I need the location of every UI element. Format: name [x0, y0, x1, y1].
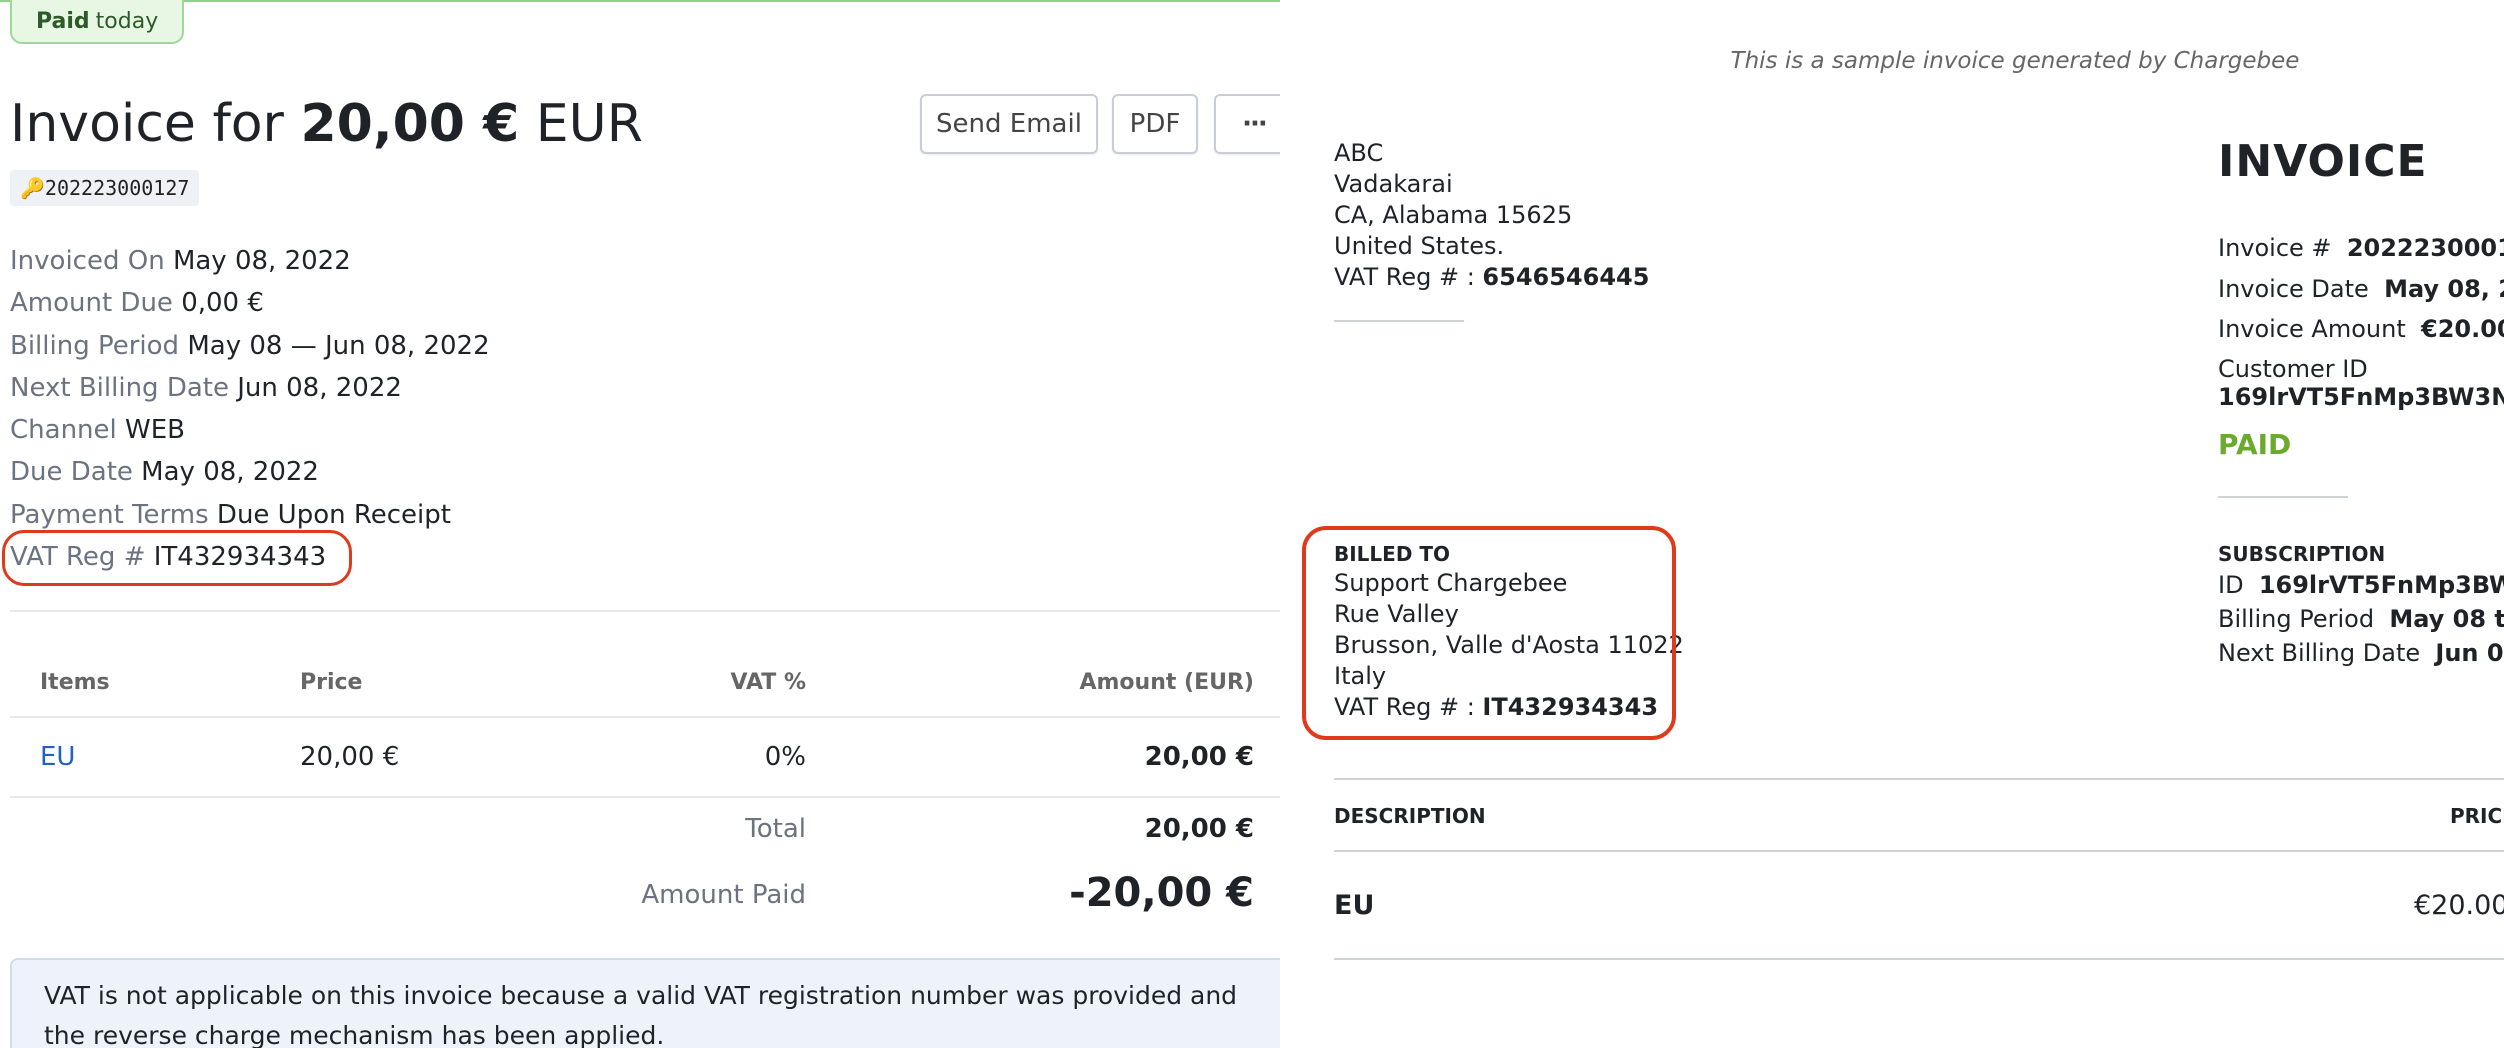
- detail-invoiced-on: Invoiced On May 08, 2022: [10, 240, 490, 282]
- sub-label: Next Billing Date: [2218, 639, 2421, 667]
- detail-value: WEB: [125, 415, 185, 446]
- sub-value: Jun 08, 2022: [2435, 639, 2504, 667]
- divider: [10, 716, 1280, 718]
- seller-line: United States.: [1334, 232, 1505, 260]
- row-price: 20,00 €: [300, 742, 400, 772]
- meta-invoice-no: Invoice # 202223000127: [2218, 233, 2504, 264]
- detail-label: Payment Terms: [10, 499, 209, 530]
- meta-customer-id: 169lrVT5FnMp3BW3N: [2218, 383, 2504, 411]
- meta-customer-label: Customer ID: [2218, 355, 2368, 383]
- invoice-id-value: 202223000127: [44, 176, 190, 200]
- divider: [1334, 320, 1464, 322]
- title-amount: 20,00 €: [300, 94, 520, 154]
- divider: [1334, 778, 2504, 780]
- detail-label: Channel: [10, 415, 117, 446]
- row-price: €20.00: [2414, 890, 2504, 921]
- meta-label: Invoice #: [2218, 234, 2332, 262]
- vat-highlight-circle: [2, 530, 352, 586]
- subscription-period: Billing Period May 08 to Jun 08, 2022: [2218, 604, 2504, 635]
- billed-to-highlight-circle: [1302, 526, 1676, 740]
- detail-channel: Channel WEB: [10, 409, 490, 451]
- divider: [1334, 850, 2504, 852]
- invoice-heading: INVOICE: [2218, 136, 2428, 187]
- detail-due-date: Due Date May 08, 2022: [10, 451, 490, 493]
- detail-next-billing-date: Next Billing Date Jun 08, 2022: [10, 367, 490, 409]
- divider: [2218, 496, 2348, 498]
- col-header-price: PRICE: [2450, 804, 2504, 828]
- row-description: EU: [1334, 890, 1375, 921]
- sub-value: May 08 to Jun 08, 2022: [2389, 605, 2504, 633]
- divider: [1334, 958, 2504, 960]
- seller-vat-label: VAT Reg # :: [1334, 263, 1475, 291]
- top-accent-line: [0, 0, 1280, 2]
- badge-status: Paid: [36, 9, 90, 34]
- more-options-button[interactable]: ···: [1214, 94, 1280, 154]
- detail-value: May 08 — Jun 08, 2022: [187, 330, 490, 361]
- badge-when: today: [95, 9, 159, 34]
- row-amount: 20,00 €: [1144, 742, 1254, 772]
- amount-paid-value: -20,00 €: [1069, 870, 1254, 916]
- subscription-id: ID 169lrVT5FnMp3BW3N: [2218, 570, 2504, 601]
- title-prefix: Invoice for: [10, 94, 284, 154]
- seller-line: Vadakarai: [1334, 170, 1453, 198]
- detail-label: Due Date: [10, 457, 133, 488]
- meta-label: Invoice Date: [2218, 275, 2369, 303]
- col-header-description: DESCRIPTION: [1334, 804, 1486, 828]
- amount-paid-label: Amount Paid: [641, 880, 806, 910]
- seller-vat: VAT Reg # : 6546546445: [1334, 262, 1649, 293]
- total-value: 20,00 €: [1144, 814, 1254, 844]
- sub-value: 169lrVT5FnMp3BW3N: [2258, 571, 2504, 599]
- title-currency: EUR: [535, 94, 643, 154]
- item-link-eu[interactable]: EU: [40, 742, 75, 772]
- detail-amount-due: Amount Due 0,00 €: [10, 282, 490, 324]
- subscription-heading: SUBSCRIPTION: [2218, 542, 2386, 566]
- invoice-preview-panel: This is a sample invoice generated by Ch…: [1280, 0, 2504, 1048]
- total-label: Total: [745, 814, 806, 844]
- col-header-amount: Amount (EUR): [1079, 670, 1254, 695]
- detail-label: Amount Due: [10, 288, 173, 319]
- meta-invoice-date: Invoice Date May 08, 2022: [2218, 274, 2504, 305]
- row-vat: 0%: [764, 742, 806, 772]
- meta-value: 202223000127: [2346, 234, 2504, 262]
- sample-invoice-note: This is a sample invoice generated by Ch…: [1730, 48, 2300, 74]
- detail-label: Invoiced On: [10, 246, 165, 276]
- paid-status-badge: Paid today: [10, 0, 185, 44]
- invoice-detail-panel: Paid today Invoice for 20,00 € EUR Send E…: [0, 0, 1280, 1048]
- sub-label: ID: [2218, 571, 2244, 599]
- seller-vat-value: 6546546445: [1482, 263, 1650, 291]
- seller-line: CA, Alabama 15625: [1334, 201, 1573, 229]
- detail-label: Billing Period: [10, 330, 180, 361]
- invoice-id-chip: 🔑202223000127: [10, 170, 200, 206]
- detail-value: Due Upon Receipt: [216, 499, 451, 530]
- col-header-items: Items: [40, 670, 110, 695]
- vat-reverse-charge-note: VAT is not applicable on this invoice be…: [10, 958, 1280, 1048]
- detail-value: May 08, 2022: [141, 457, 319, 488]
- meta-label: Invoice Amount: [2218, 315, 2406, 343]
- detail-label: Next Billing Date: [10, 372, 229, 403]
- detail-billing-period: Billing Period May 08 — Jun 08, 2022: [10, 325, 490, 367]
- meta-value: €20.00: [2421, 315, 2504, 343]
- key-icon: 🔑: [20, 176, 45, 200]
- paid-status: PAID: [2218, 428, 2292, 461]
- send-email-button[interactable]: Send Email: [920, 94, 1098, 154]
- more-icon: ···: [1242, 109, 1268, 139]
- invoice-details-list: Invoiced On May 08, 2022 Amount Due 0,00…: [10, 240, 490, 578]
- divider: [10, 610, 1280, 612]
- col-header-price: Price: [300, 670, 363, 695]
- meta-invoice-amount: Invoice Amount €20.00: [2218, 314, 2504, 345]
- col-header-vat: VAT %: [730, 670, 806, 695]
- meta-value: May 08, 2022: [2384, 275, 2504, 303]
- divider: [10, 796, 1280, 798]
- page-title: Invoice for 20,00 € EUR: [10, 88, 643, 160]
- detail-value: 0,00 €: [181, 288, 264, 319]
- subscription-next: Next Billing Date Jun 08, 2022: [2218, 638, 2504, 669]
- detail-value: Jun 08, 2022: [237, 372, 402, 403]
- pdf-button[interactable]: PDF: [1112, 94, 1198, 154]
- seller-line: ABC: [1334, 139, 1384, 167]
- sub-label: Billing Period: [2218, 605, 2375, 633]
- detail-value: May 08, 2022: [172, 246, 351, 276]
